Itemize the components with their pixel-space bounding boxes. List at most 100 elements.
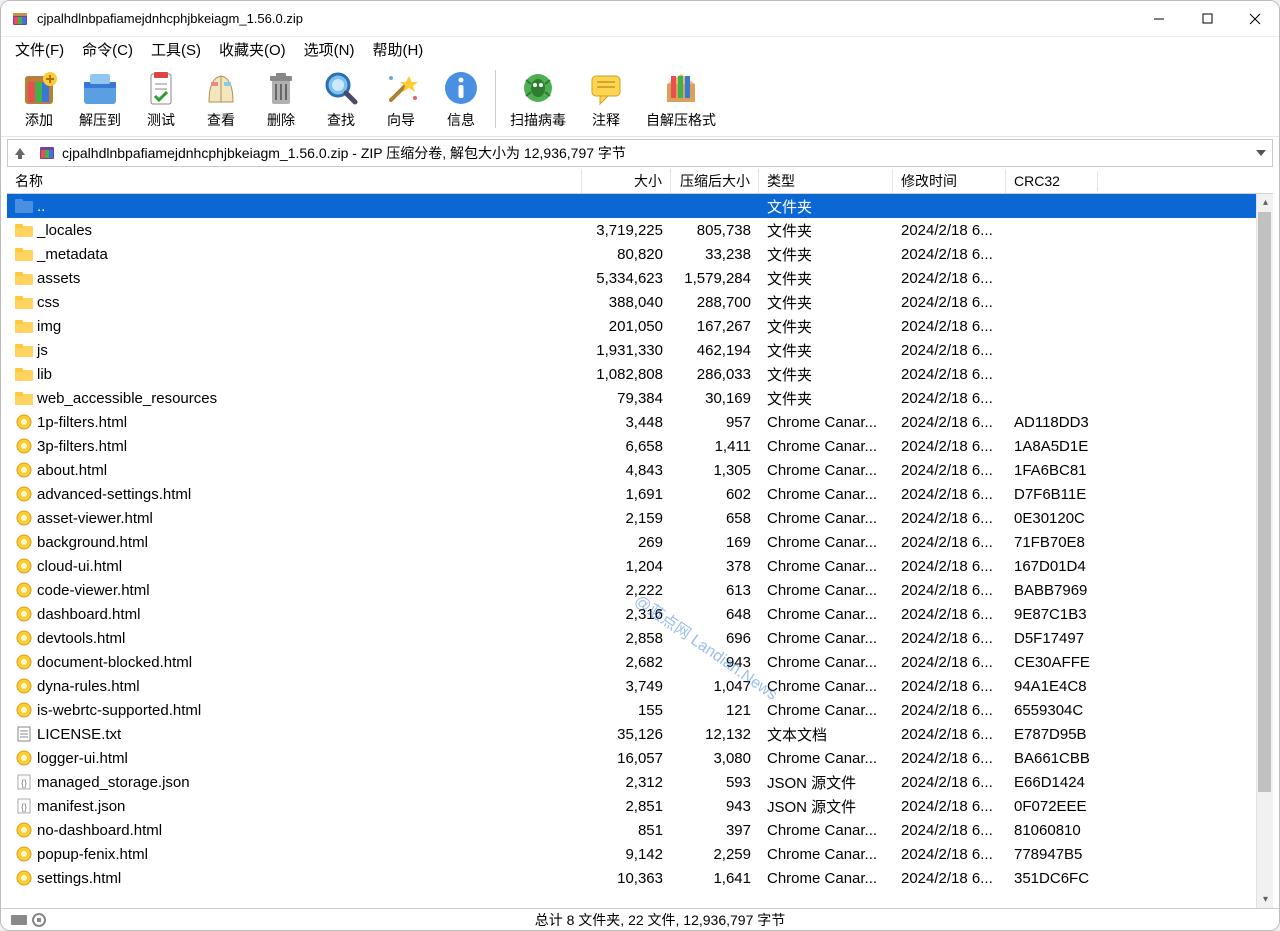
file-row[interactable]: css388,040288,700文件夹2024/2/18 6... [7, 290, 1273, 314]
delete-button[interactable]: 删除 [251, 66, 311, 132]
svg-text:{}: {} [21, 778, 27, 788]
file-name-cell: advanced-settings.html [7, 486, 582, 503]
file-row[interactable]: popup-fenix.html9,1422,259Chrome Canar..… [7, 842, 1273, 866]
file-row[interactable]: {}managed_storage.json2,312593JSON 源文件20… [7, 770, 1273, 794]
file-row[interactable]: ..文件夹 [7, 194, 1273, 218]
menu-options[interactable]: 选项(N) [304, 39, 355, 60]
view-button[interactable]: 查看 [191, 66, 251, 132]
menu-help[interactable]: 帮助(H) [372, 39, 423, 60]
file-row[interactable]: devtools.html2,858696Chrome Canar...2024… [7, 626, 1273, 650]
file-name-cell: code-viewer.html [7, 582, 582, 599]
menu-file[interactable]: 文件(F) [15, 39, 64, 60]
file-size-cell: 2,858 [582, 630, 671, 647]
file-packed-cell: 593 [671, 774, 759, 791]
path-dropdown-button[interactable] [1250, 150, 1272, 156]
file-crc-cell: 167D01D4 [1006, 558, 1098, 575]
menu-favorites[interactable]: 收藏夹(O) [219, 39, 286, 60]
col-name-header[interactable]: 名称 [7, 169, 582, 193]
file-size-cell: 9,142 [582, 846, 671, 863]
file-row[interactable]: _metadata80,82033,238文件夹2024/2/18 6... [7, 242, 1273, 266]
file-row[interactable]: dashboard.html2,316648Chrome Canar...202… [7, 602, 1273, 626]
file-date-cell: 2024/2/18 6... [893, 438, 1006, 455]
scroll-down-icon[interactable]: ▾ [1257, 891, 1273, 908]
close-button[interactable] [1231, 1, 1279, 37]
menu-command[interactable]: 命令(C) [82, 39, 133, 60]
file-date-cell: 2024/2/18 6... [893, 390, 1006, 407]
file-row[interactable]: 3p-filters.html6,6581,411Chrome Canar...… [7, 434, 1273, 458]
file-row[interactable]: LICENSE.txt35,12612,132文本文档2024/2/18 6..… [7, 722, 1273, 746]
file-row[interactable]: img201,050167,267文件夹2024/2/18 6... [7, 314, 1273, 338]
file-row[interactable]: assets5,334,6231,579,284文件夹2024/2/18 6..… [7, 266, 1273, 290]
file-row[interactable]: js1,931,330462,194文件夹2024/2/18 6... [7, 338, 1273, 362]
file-size-cell: 1,691 [582, 486, 671, 503]
file-row[interactable]: advanced-settings.html1,691602Chrome Can… [7, 482, 1273, 506]
scrollbar[interactable]: ▴ ▾ [1256, 194, 1273, 908]
file-name-cell: assets [7, 270, 582, 287]
file-row[interactable]: background.html269169Chrome Canar...2024… [7, 530, 1273, 554]
scroll-up-icon[interactable]: ▴ [1257, 194, 1273, 211]
sfx-label: 自解压格式 [646, 110, 716, 130]
col-crc-header[interactable]: CRC32 [1006, 171, 1098, 191]
info-button[interactable]: 信息 [431, 66, 491, 132]
scan-button[interactable]: 扫描病毒 [500, 66, 576, 132]
find-button[interactable]: 查找 [311, 66, 371, 132]
file-row[interactable]: code-viewer.html2,222613Chrome Canar...2… [7, 578, 1273, 602]
file-size-cell: 388,040 [582, 294, 671, 311]
file-size-cell: 1,931,330 [582, 342, 671, 359]
file-list[interactable]: @蓝点网 Landian.News ▴ ▾ ..文件夹_locales3,719… [7, 194, 1273, 908]
find-icon [321, 68, 361, 110]
file-name-cell: lib [7, 366, 582, 383]
file-row[interactable]: settings.html10,3631,641Chrome Canar...2… [7, 866, 1273, 890]
file-date-cell: 2024/2/18 6... [893, 822, 1006, 839]
view-label: 查看 [207, 110, 235, 130]
sfx-icon [661, 68, 701, 110]
file-packed-cell: 1,579,284 [671, 270, 759, 287]
file-name-cell: {}manifest.json [7, 798, 582, 815]
file-row[interactable]: is-webrtc-supported.html155121Chrome Can… [7, 698, 1273, 722]
comment-label: 注释 [592, 110, 620, 130]
path-bar: cjpalhdlnbpafiamejdnhcphjbkeiagm_1.56.0.… [7, 139, 1273, 167]
col-packed-header[interactable]: 压缩后大小 [671, 169, 759, 193]
col-date-header[interactable]: 修改时间 [893, 169, 1006, 193]
menu-tools[interactable]: 工具(S) [151, 39, 201, 60]
file-size-cell: 80,820 [582, 246, 671, 263]
file-name-cell: document-blocked.html [7, 654, 582, 671]
file-row[interactable]: cloud-ui.html1,204378Chrome Canar...2024… [7, 554, 1273, 578]
up-button[interactable] [8, 140, 32, 166]
file-name-cell: asset-viewer.html [7, 510, 582, 527]
add-button[interactable]: 添加 [9, 66, 69, 132]
scrollbar-thumb[interactable] [1258, 212, 1271, 792]
file-row[interactable]: asset-viewer.html2,159658Chrome Canar...… [7, 506, 1273, 530]
file-row[interactable]: logger-ui.html16,0573,080Chrome Canar...… [7, 746, 1273, 770]
file-packed-cell: 696 [671, 630, 759, 647]
file-crc-cell: 71FB70E8 [1006, 534, 1098, 551]
extract-to-button[interactable]: 解压到 [69, 66, 131, 132]
file-row[interactable]: web_accessible_resources79,38430,169文件夹2… [7, 386, 1273, 410]
file-date-cell: 2024/2/18 6... [893, 222, 1006, 239]
col-type-header[interactable]: 类型 [759, 169, 893, 193]
file-date-cell: 2024/2/18 6... [893, 294, 1006, 311]
file-packed-cell: 602 [671, 486, 759, 503]
file-type-cell: Chrome Canar... [759, 822, 893, 839]
file-row[interactable]: _locales3,719,225805,738文件夹2024/2/18 6..… [7, 218, 1273, 242]
file-row[interactable]: 1p-filters.html3,448957Chrome Canar...20… [7, 410, 1273, 434]
file-row[interactable]: dyna-rules.html3,7491,047Chrome Canar...… [7, 674, 1273, 698]
col-size-header[interactable]: 大小 [582, 169, 671, 193]
file-row[interactable]: lib1,082,808286,033文件夹2024/2/18 6... [7, 362, 1273, 386]
comment-button[interactable]: 注释 [576, 66, 636, 132]
maximize-button[interactable] [1183, 1, 1231, 37]
file-packed-cell: 169 [671, 534, 759, 551]
test-button[interactable]: 测试 [131, 66, 191, 132]
minimize-button[interactable] [1135, 1, 1183, 37]
file-crc-cell: 0F072EEE [1006, 798, 1098, 815]
file-type-cell: Chrome Canar... [759, 750, 893, 767]
file-row[interactable]: {}manifest.json2,851943JSON 源文件2024/2/18… [7, 794, 1273, 818]
file-row[interactable]: about.html4,8431,305Chrome Canar...2024/… [7, 458, 1273, 482]
sfx-button[interactable]: 自解压格式 [636, 66, 726, 132]
delete-label: 删除 [267, 110, 295, 130]
path-text[interactable]: cjpalhdlnbpafiamejdnhcphjbkeiagm_1.56.0.… [62, 143, 1250, 163]
file-row[interactable]: no-dashboard.html851397Chrome Canar...20… [7, 818, 1273, 842]
wizard-button[interactable]: 向导 [371, 66, 431, 132]
file-size-cell: 35,126 [582, 726, 671, 743]
file-row[interactable]: document-blocked.html2,682943Chrome Cana… [7, 650, 1273, 674]
